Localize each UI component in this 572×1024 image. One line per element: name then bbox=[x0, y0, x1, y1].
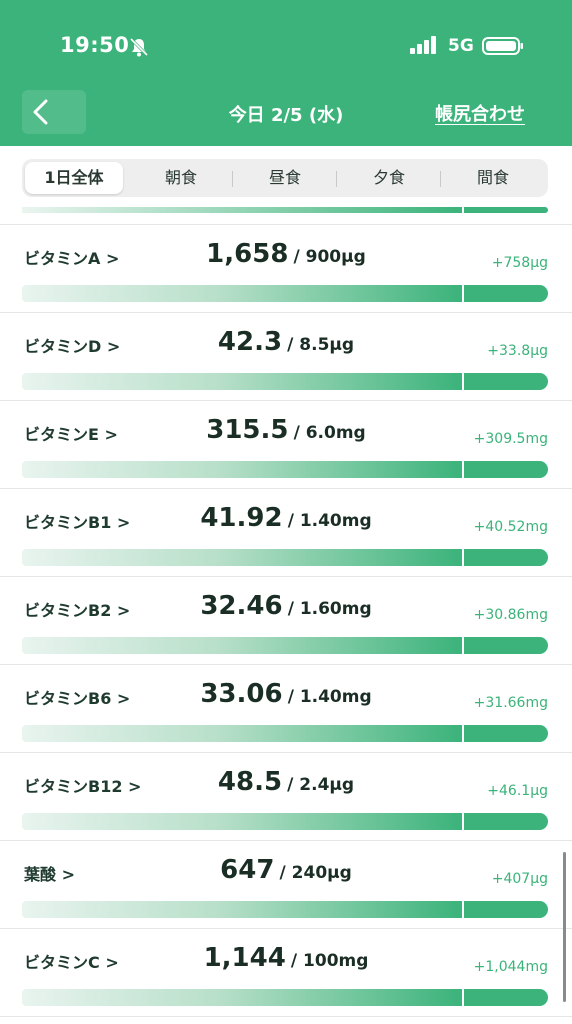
excess-bar bbox=[464, 989, 548, 1006]
nutrient-diff: +309.5mg bbox=[473, 431, 548, 447]
tab-snack[interactable]: 間食 bbox=[441, 162, 545, 194]
excess-bar bbox=[464, 549, 548, 566]
progress-bar bbox=[22, 461, 462, 478]
nutrient-diff: +758µg bbox=[491, 255, 548, 271]
nutrient-value: 1,658 / 900µg bbox=[206, 239, 366, 269]
excess-bar bbox=[464, 637, 548, 654]
tab-lunch[interactable]: 昼食 bbox=[233, 162, 337, 194]
excess-bar bbox=[464, 461, 548, 478]
bell-slash-icon bbox=[129, 37, 149, 57]
excess-bar bbox=[464, 901, 548, 918]
battery-icon bbox=[482, 37, 523, 55]
progress-bar bbox=[22, 813, 462, 830]
nutrient-diff: +40.52mg bbox=[473, 519, 548, 535]
progress-bar bbox=[22, 725, 462, 742]
excess-bar bbox=[464, 285, 548, 302]
nutrient-diff: +31.66mg bbox=[473, 695, 548, 711]
list-item[interactable]: ビタミンB1 > 41.92 / 1.40mg +40.52mg bbox=[0, 489, 572, 577]
tab-breakfast[interactable]: 朝食 bbox=[129, 162, 233, 194]
balance-adjust-link[interactable]: 帳尻合わせ bbox=[435, 100, 525, 126]
excess-bar bbox=[464, 725, 548, 742]
nutrient-diff: +407µg bbox=[491, 871, 548, 887]
list-item[interactable]: ビタミンE > 315.5 / 6.0mg +309.5mg bbox=[0, 401, 572, 489]
signal-icon bbox=[410, 36, 436, 54]
excess-bar bbox=[464, 373, 548, 390]
nutrient-list: ビタミンA > 1,658 / 900µg +758µg ビタミンD > 42.… bbox=[0, 197, 572, 1017]
progress-bar bbox=[22, 637, 462, 654]
scrollbar[interactable] bbox=[563, 852, 566, 1002]
progress-bar bbox=[22, 989, 462, 1006]
list-item[interactable]: ビタミンD > 42.3 / 8.5µg +33.8µg bbox=[0, 313, 572, 401]
tab-dinner[interactable]: 夕食 bbox=[337, 162, 441, 194]
nutrient-diff: +30.86mg bbox=[473, 607, 548, 623]
list-item[interactable]: ビタミンC > 1,144 / 100mg +1,044mg bbox=[0, 929, 572, 1017]
meal-tabs: 1日全体 朝食 昼食 夕食 間食 bbox=[22, 159, 548, 197]
nutrient-diff: +46.1µg bbox=[487, 783, 548, 799]
nutrient-value: 48.5 / 2.4µg bbox=[217, 767, 355, 797]
progress-bar bbox=[22, 373, 462, 390]
nutrient-value: 42.3 / 8.5µg bbox=[217, 327, 355, 357]
excess-bar bbox=[464, 207, 548, 213]
progress-bar bbox=[22, 207, 462, 213]
progress-bar bbox=[22, 901, 462, 918]
progress-bar bbox=[22, 285, 462, 302]
list-item[interactable]: ビタミンB12 > 48.5 / 2.4µg +46.1µg bbox=[0, 753, 572, 841]
network-label: 5G bbox=[448, 36, 474, 56]
nutrient-diff: +1,044mg bbox=[473, 959, 548, 975]
nutrient-value: 647 / 240µg bbox=[220, 855, 352, 885]
progress-bar bbox=[22, 549, 462, 566]
nutrient-diff: +33.8µg bbox=[487, 343, 548, 359]
list-item[interactable]: ビタミンB2 > 32.46 / 1.60mg +30.86mg bbox=[0, 577, 572, 665]
list-item-partial bbox=[0, 197, 572, 225]
status-time: 19:50 bbox=[60, 33, 130, 57]
list-item[interactable]: 葉酸 > 647 / 240µg +407µg bbox=[0, 841, 572, 929]
list-item[interactable]: ビタミンA > 1,658 / 900µg +758µg bbox=[0, 225, 572, 313]
list-item[interactable]: ビタミンB6 > 33.06 / 1.40mg +31.66mg bbox=[0, 665, 572, 753]
tab-whole-day[interactable]: 1日全体 bbox=[25, 162, 123, 194]
app-header: 19:50 5G 今日 2/5 (水) 帳尻合わせ bbox=[0, 0, 572, 146]
excess-bar bbox=[464, 813, 548, 830]
